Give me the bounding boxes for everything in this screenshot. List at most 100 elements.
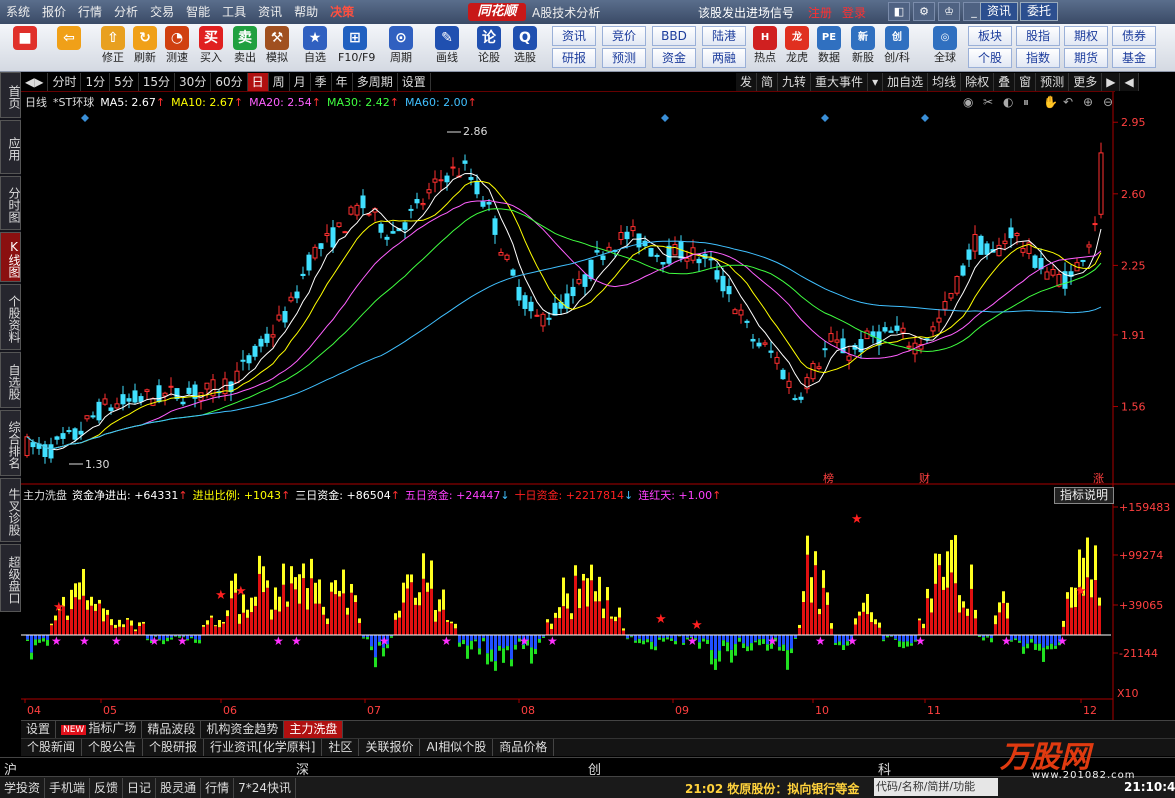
chart-tool[interactable]: 叠 (994, 73, 1016, 91)
toolbar-button[interactable]: Q 选股 (508, 26, 542, 70)
chart-tool-icon[interactable]: ⊕ (1083, 95, 1093, 109)
period-tab[interactable]: 日 (247, 72, 269, 91)
skin-icon[interactable]: ◧ (888, 2, 910, 21)
period-tab[interactable]: 多周期 (353, 72, 398, 91)
event-badge[interactable]: 涨 (1093, 472, 1104, 485)
status-item[interactable]: 反馈 (90, 777, 124, 798)
toolbar-button[interactable]: ★ 自选 (298, 26, 332, 70)
settings-icon[interactable]: ⚙ (913, 2, 935, 21)
toolbar-button[interactable]: ⚒ 模拟 (260, 26, 294, 70)
toolbar-button[interactable]: ⇦ (52, 26, 86, 70)
toolbar-button[interactable]: ⇧ 修正 (96, 26, 130, 70)
news-tab[interactable]: 个股研报 (143, 739, 205, 756)
news-tab[interactable]: 关联报价 (359, 739, 421, 756)
status-item[interactable]: 7*24快讯 (234, 777, 296, 798)
toolbar-button[interactable]: ↻ 刷新 (128, 26, 162, 70)
shirt-icon[interactable]: ♔ (938, 2, 960, 21)
left-nav-tab[interactable]: 首页 (0, 72, 21, 118)
left-nav-tab[interactable]: 超级盘口 (0, 544, 21, 612)
kline-chart[interactable]: 2.952.602.251.911.56日线 *ST环球 MA5: 2.67↑ MA1… (21, 92, 1175, 485)
status-item[interactable]: 日记 (123, 777, 157, 798)
status-item[interactable]: 手机端 (45, 777, 91, 798)
indicator-explain-button[interactable]: 指标说明 (1054, 487, 1114, 504)
top-right-button[interactable]: 委托 (1020, 2, 1059, 21)
toolbar-button[interactable]: 买买入 (194, 26, 228, 70)
toolbar-button[interactable]: ■ (8, 26, 42, 70)
chart-tool[interactable]: 重大事件 (811, 73, 869, 91)
chart-tool-icon[interactable]: ◉ (963, 95, 973, 109)
chart-tool[interactable]: 发 (736, 73, 758, 91)
indicator-tab[interactable]: 主力洗盘 (284, 721, 344, 738)
status-item[interactable]: 股灵通 (156, 777, 202, 798)
menu-item[interactable]: 交易 (144, 0, 180, 24)
quick-button[interactable]: 预测 (602, 48, 646, 68)
news-tab[interactable]: 社区 (322, 739, 360, 756)
chart-tool-icon[interactable]: ⊖ (1103, 95, 1113, 109)
quick-button[interactable]: 资金 (652, 48, 696, 68)
market-button[interactable]: 基金 (1112, 48, 1156, 68)
menu-item[interactable]: 报价 (36, 0, 72, 24)
period-tab[interactable]: 周 (269, 72, 290, 91)
period-tab[interactable]: 设置 (398, 72, 431, 91)
chart-tool[interactable]: 窗 (1015, 73, 1037, 91)
toolbar-button[interactable]: ⊞ F10/F9 (338, 26, 375, 70)
scrolling-news[interactable]: 21:02 牧原股份：拟向银行等金 (685, 780, 859, 797)
toolbar-button[interactable]: 论论股 (472, 26, 506, 70)
chart-tool[interactable]: 简 (757, 73, 779, 91)
menu-item[interactable]: 分析 (108, 0, 144, 24)
toolbar-button[interactable]: ⊙ 周期 (384, 26, 418, 70)
toolbar-button[interactable]: 龙龙虎 (780, 26, 814, 70)
menu-item[interactable]: 智能 (180, 0, 216, 24)
status-item[interactable]: 学投资 (0, 777, 46, 798)
indicator-tab[interactable]: NEW 指标广场 (56, 720, 143, 739)
chart-tool[interactable]: 更多 (1069, 73, 1103, 91)
chart-tool-icon[interactable]: ✋ (1043, 95, 1058, 109)
period-tab[interactable]: 15分 (139, 72, 176, 91)
chart-tool-icon[interactable]: ◐ (1003, 95, 1013, 109)
menu-item[interactable]: 资讯 (252, 0, 288, 24)
chart-tool[interactable]: 加自选 (883, 73, 929, 91)
left-nav-tab[interactable]: 牛叉诊股 (0, 478, 21, 542)
left-nav-tab[interactable]: 综合排名 (0, 410, 21, 476)
period-tab[interactable]: 分时 (48, 72, 82, 91)
chart-tool[interactable]: ▶ (1102, 73, 1121, 91)
menu-item[interactable]: 行情 (72, 0, 108, 24)
toolbar-button[interactable]: 创创/科 (880, 26, 914, 70)
toolbar-button[interactable]: 新新股 (846, 26, 880, 70)
period-tab[interactable]: 年 (332, 72, 353, 91)
chart-tool[interactable]: 预测 (1036, 73, 1070, 91)
toolbar-button[interactable]: ◎ 全球 (928, 26, 962, 70)
event-badge[interactable]: 财 (919, 471, 930, 485)
register-link[interactable]: 注册 (808, 4, 832, 21)
market-button[interactable]: 债券 (1112, 26, 1156, 46)
quick-button[interactable]: 竞价 (602, 26, 646, 46)
quick-button[interactable]: BBD (652, 26, 696, 46)
chart-tool-icon[interactable]: ↶ (1063, 95, 1073, 109)
menu-item[interactable]: 工具 (216, 0, 252, 24)
left-nav-tab[interactable]: K线图 (0, 232, 21, 282)
market-button[interactable]: 期货 (1064, 48, 1108, 68)
indicator-tab[interactable]: 机构资金趋势 (201, 721, 285, 738)
market-button[interactable]: 板块 (968, 26, 1012, 46)
chart-tool[interactable]: 九转 (778, 73, 812, 91)
period-tab[interactable]: 季 (311, 72, 332, 91)
news-tab[interactable]: 商品价格 (493, 739, 555, 756)
period-tab[interactable]: 1分 (81, 72, 111, 91)
news-tab[interactable]: AI相似个股 (420, 739, 494, 756)
market-button[interactable]: 期权 (1064, 26, 1108, 46)
news-tab[interactable]: 个股新闻 (21, 739, 83, 756)
toolbar-button[interactable]: 卖卖出 (228, 26, 262, 70)
left-nav-tab[interactable]: 自选股 (0, 352, 21, 408)
quick-button[interactable]: 两融 (702, 48, 746, 68)
left-nav-tab[interactable]: 应用 (0, 120, 21, 174)
quick-button[interactable]: 研报 (552, 48, 596, 68)
indicator-tab[interactable]: 精品波段 (142, 721, 202, 738)
signal-text[interactable]: 该股发出进场信号 (698, 4, 794, 21)
period-tab[interactable]: 60分 (211, 72, 248, 91)
market-button[interactable]: 指数 (1016, 48, 1060, 68)
period-tab[interactable]: 月 (290, 72, 311, 91)
toolbar-button[interactable]: PE 数据 (812, 26, 846, 70)
indicator-chart[interactable]: 主力洗盘 资金净进出: +64331↑ 进出比例: +1043↑ 三日资金: +865… (21, 485, 1175, 720)
news-tab[interactable]: 行业资讯[化学原料] (204, 739, 323, 756)
status-item[interactable]: 行情 (201, 777, 235, 798)
